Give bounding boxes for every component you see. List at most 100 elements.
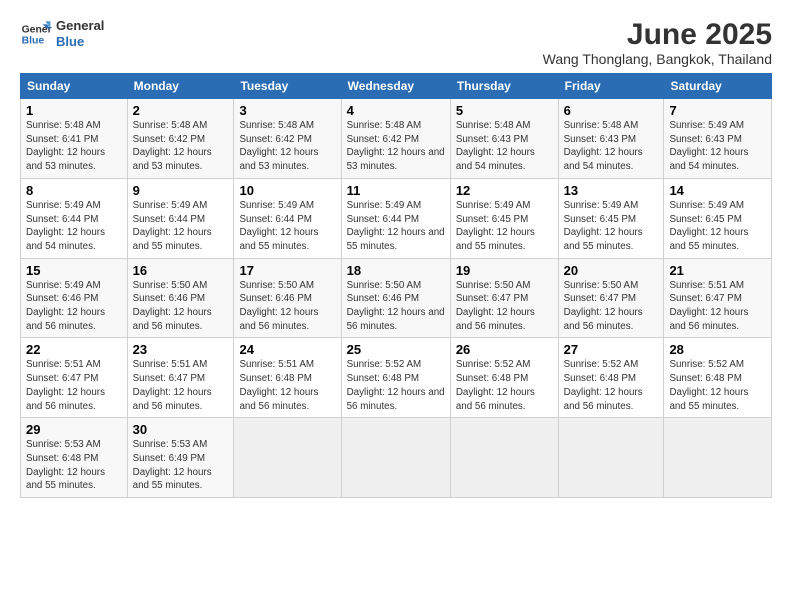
header-row: Sunday Monday Tuesday Wednesday Thursday… (21, 74, 772, 99)
day-number: 2 (133, 103, 229, 118)
day-number: 20 (564, 263, 659, 278)
calendar-cell: 15Sunrise: 5:49 AMSunset: 6:46 PMDayligh… (21, 258, 128, 338)
day-number: 4 (347, 103, 445, 118)
calendar-cell: 29Sunrise: 5:53 AMSunset: 6:48 PMDayligh… (21, 418, 128, 498)
day-info: Sunrise: 5:50 AMSunset: 6:46 PMDaylight:… (133, 279, 229, 334)
col-thursday: Thursday (450, 74, 558, 99)
logo: General Blue General Blue (20, 18, 104, 50)
day-info: Sunrise: 5:48 AMSunset: 6:41 PMDaylight:… (26, 119, 122, 174)
calendar-cell: 1Sunrise: 5:48 AMSunset: 6:41 PMDaylight… (21, 99, 128, 179)
col-wednesday: Wednesday (341, 74, 450, 99)
day-number: 1 (26, 103, 122, 118)
day-info: Sunrise: 5:49 AMSunset: 6:44 PMDaylight:… (239, 199, 335, 254)
calendar-cell: 27Sunrise: 5:52 AMSunset: 6:48 PMDayligh… (558, 338, 664, 418)
day-info: Sunrise: 5:51 AMSunset: 6:47 PMDaylight:… (133, 358, 229, 413)
logo-blue: Blue (56, 34, 104, 50)
day-number: 7 (669, 103, 766, 118)
calendar-cell: 26Sunrise: 5:52 AMSunset: 6:48 PMDayligh… (450, 338, 558, 418)
day-info: Sunrise: 5:49 AMSunset: 6:44 PMDaylight:… (347, 199, 445, 254)
day-number: 8 (26, 183, 122, 198)
day-number: 10 (239, 183, 335, 198)
day-info: Sunrise: 5:53 AMSunset: 6:48 PMDaylight:… (26, 438, 122, 493)
day-info: Sunrise: 5:48 AMSunset: 6:43 PMDaylight:… (564, 119, 659, 174)
day-info: Sunrise: 5:48 AMSunset: 6:42 PMDaylight:… (239, 119, 335, 174)
day-number: 22 (26, 342, 122, 357)
day-number: 3 (239, 103, 335, 118)
calendar-cell: 9Sunrise: 5:49 AMSunset: 6:44 PMDaylight… (127, 178, 234, 258)
day-number: 28 (669, 342, 766, 357)
calendar-cell: 8Sunrise: 5:49 AMSunset: 6:44 PMDaylight… (21, 178, 128, 258)
calendar-cell: 12Sunrise: 5:49 AMSunset: 6:45 PMDayligh… (450, 178, 558, 258)
calendar-body: 1Sunrise: 5:48 AMSunset: 6:41 PMDaylight… (21, 99, 772, 498)
col-sunday: Sunday (21, 74, 128, 99)
calendar-cell: 4Sunrise: 5:48 AMSunset: 6:42 PMDaylight… (341, 99, 450, 179)
calendar-cell: 17Sunrise: 5:50 AMSunset: 6:46 PMDayligh… (234, 258, 341, 338)
calendar-cell: 28Sunrise: 5:52 AMSunset: 6:48 PMDayligh… (664, 338, 772, 418)
day-info: Sunrise: 5:49 AMSunset: 6:45 PMDaylight:… (456, 199, 553, 254)
day-info: Sunrise: 5:52 AMSunset: 6:48 PMDaylight:… (564, 358, 659, 413)
day-number: 6 (564, 103, 659, 118)
calendar-cell: 23Sunrise: 5:51 AMSunset: 6:47 PMDayligh… (127, 338, 234, 418)
subtitle: Wang Thonglang, Bangkok, Thailand (543, 51, 772, 67)
calendar-cell (558, 418, 664, 498)
day-number: 24 (239, 342, 335, 357)
calendar-cell (450, 418, 558, 498)
title-area: June 2025 Wang Thonglang, Bangkok, Thail… (543, 18, 772, 67)
day-number: 27 (564, 342, 659, 357)
calendar-cell: 18Sunrise: 5:50 AMSunset: 6:46 PMDayligh… (341, 258, 450, 338)
day-number: 26 (456, 342, 553, 357)
day-number: 25 (347, 342, 445, 357)
day-number: 13 (564, 183, 659, 198)
day-number: 12 (456, 183, 553, 198)
calendar-cell: 11Sunrise: 5:49 AMSunset: 6:44 PMDayligh… (341, 178, 450, 258)
day-info: Sunrise: 5:51 AMSunset: 6:48 PMDaylight:… (239, 358, 335, 413)
calendar-cell: 25Sunrise: 5:52 AMSunset: 6:48 PMDayligh… (341, 338, 450, 418)
calendar-cell (664, 418, 772, 498)
day-number: 15 (26, 263, 122, 278)
day-number: 16 (133, 263, 229, 278)
calendar-week-1: 1Sunrise: 5:48 AMSunset: 6:41 PMDaylight… (21, 99, 772, 179)
day-info: Sunrise: 5:50 AMSunset: 6:46 PMDaylight:… (239, 279, 335, 334)
calendar-cell (341, 418, 450, 498)
calendar-cell: 19Sunrise: 5:50 AMSunset: 6:47 PMDayligh… (450, 258, 558, 338)
day-info: Sunrise: 5:49 AMSunset: 6:45 PMDaylight:… (669, 199, 766, 254)
calendar-cell: 7Sunrise: 5:49 AMSunset: 6:43 PMDaylight… (664, 99, 772, 179)
day-number: 17 (239, 263, 335, 278)
day-info: Sunrise: 5:51 AMSunset: 6:47 PMDaylight:… (669, 279, 766, 334)
col-tuesday: Tuesday (234, 74, 341, 99)
day-info: Sunrise: 5:49 AMSunset: 6:44 PMDaylight:… (26, 199, 122, 254)
day-number: 29 (26, 422, 122, 437)
calendar-table: Sunday Monday Tuesday Wednesday Thursday… (20, 73, 772, 498)
calendar-cell: 6Sunrise: 5:48 AMSunset: 6:43 PMDaylight… (558, 99, 664, 179)
logo-general: General (56, 18, 104, 34)
calendar-cell: 21Sunrise: 5:51 AMSunset: 6:47 PMDayligh… (664, 258, 772, 338)
calendar-cell: 16Sunrise: 5:50 AMSunset: 6:46 PMDayligh… (127, 258, 234, 338)
calendar-cell: 30Sunrise: 5:53 AMSunset: 6:49 PMDayligh… (127, 418, 234, 498)
col-monday: Monday (127, 74, 234, 99)
day-number: 18 (347, 263, 445, 278)
calendar-cell: 3Sunrise: 5:48 AMSunset: 6:42 PMDaylight… (234, 99, 341, 179)
day-info: Sunrise: 5:52 AMSunset: 6:48 PMDaylight:… (456, 358, 553, 413)
calendar-cell: 20Sunrise: 5:50 AMSunset: 6:47 PMDayligh… (558, 258, 664, 338)
svg-text:Blue: Blue (22, 36, 45, 47)
day-number: 5 (456, 103, 553, 118)
header: General Blue General Blue June 2025 Wang… (20, 18, 772, 67)
calendar-cell: 14Sunrise: 5:49 AMSunset: 6:45 PMDayligh… (664, 178, 772, 258)
calendar-week-2: 8Sunrise: 5:49 AMSunset: 6:44 PMDaylight… (21, 178, 772, 258)
page: General Blue General Blue June 2025 Wang… (0, 0, 792, 612)
calendar-cell (234, 418, 341, 498)
col-friday: Friday (558, 74, 664, 99)
calendar-cell: 5Sunrise: 5:48 AMSunset: 6:43 PMDaylight… (450, 99, 558, 179)
day-number: 30 (133, 422, 229, 437)
day-info: Sunrise: 5:53 AMSunset: 6:49 PMDaylight:… (133, 438, 229, 493)
day-number: 19 (456, 263, 553, 278)
day-number: 14 (669, 183, 766, 198)
day-info: Sunrise: 5:49 AMSunset: 6:44 PMDaylight:… (133, 199, 229, 254)
calendar-week-3: 15Sunrise: 5:49 AMSunset: 6:46 PMDayligh… (21, 258, 772, 338)
logo-icon: General Blue (20, 18, 52, 50)
calendar-cell: 13Sunrise: 5:49 AMSunset: 6:45 PMDayligh… (558, 178, 664, 258)
day-info: Sunrise: 5:52 AMSunset: 6:48 PMDaylight:… (347, 358, 445, 413)
calendar-cell: 2Sunrise: 5:48 AMSunset: 6:42 PMDaylight… (127, 99, 234, 179)
day-number: 21 (669, 263, 766, 278)
calendar-cell: 22Sunrise: 5:51 AMSunset: 6:47 PMDayligh… (21, 338, 128, 418)
